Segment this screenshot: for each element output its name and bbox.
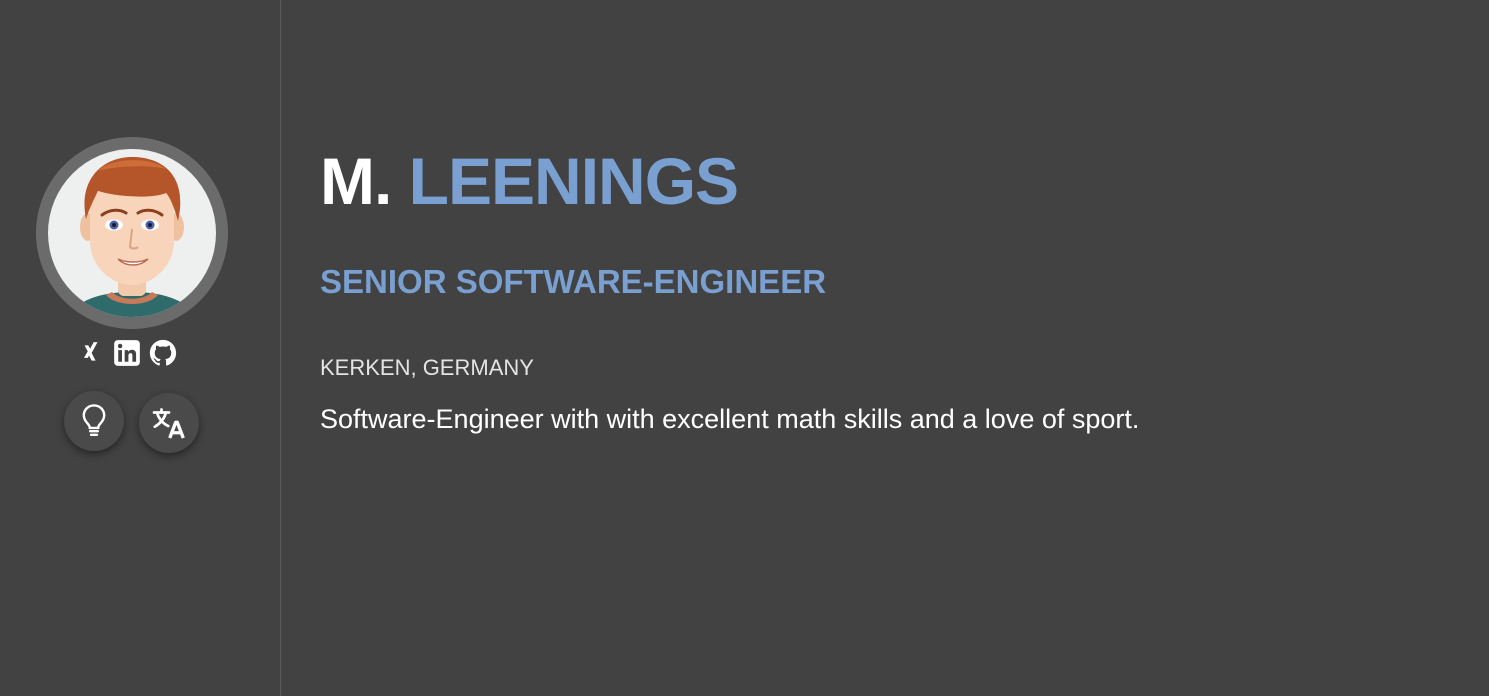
sidebar (0, 0, 281, 696)
last-name: LEENINGS (408, 144, 739, 218)
social-links (76, 337, 188, 369)
full-name: M. LEENINGS (320, 141, 739, 221)
translate-icon (152, 408, 185, 439)
xing-icon[interactable] (76, 338, 106, 368)
avatar-illustration (68, 157, 196, 317)
github-icon[interactable] (148, 338, 178, 368)
avatar (48, 149, 216, 317)
avatar-frame (36, 137, 228, 329)
linkedin-icon[interactable] (112, 338, 142, 368)
job-title: SENIOR SOFTWARE-ENGINEER (320, 263, 827, 300)
theme-toggle-button[interactable] (64, 391, 124, 451)
page: M. LEENINGS SENIOR SOFTWARE-ENGINEER KER… (0, 0, 1489, 696)
first-name: M. (320, 144, 392, 218)
lightbulb-icon (82, 404, 106, 436)
location: KERKEN, GERMANY (320, 355, 534, 380)
language-toggle-button[interactable] (139, 393, 199, 453)
bio: Software-Engineer with with excellent ma… (320, 404, 1140, 434)
